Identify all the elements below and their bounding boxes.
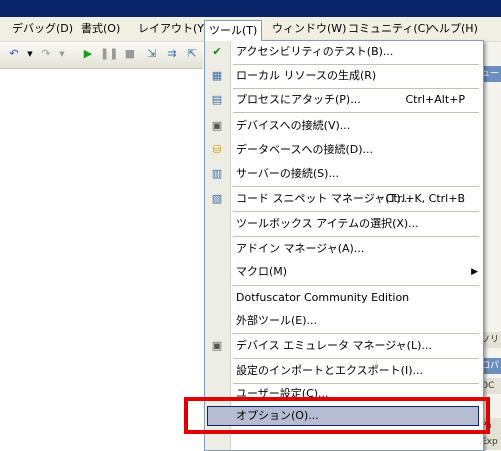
menu-item-macros[interactable]: マクロ(M) ▶ bbox=[205, 261, 483, 283]
menu-format[interactable]: 書式(O) bbox=[77, 21, 124, 37]
menu-item-device-emulator-manager[interactable]: ▣ デバイス エミュレータ マネージャ(L)... bbox=[205, 335, 483, 357]
highlight-annotation-box bbox=[184, 397, 490, 434]
menu-item-label: 設定のインポートとエクスポート(I)... bbox=[236, 364, 423, 377]
menu-item-dotfuscator[interactable]: Dotfuscator Community Edition bbox=[205, 287, 483, 309]
menu-item-generate-local-resource[interactable]: ▦ ローカル リソースの生成(R) bbox=[205, 65, 483, 87]
tools-menu-dropdown: ✔ アクセシビリティのテスト(B)... ▦ ローカル リソースの生成(R) ▤… bbox=[204, 40, 484, 451]
accessibility-check-icon: ✔ bbox=[212, 45, 222, 58]
menu-separator bbox=[233, 211, 479, 212]
menu-item-label: マクロ(M) bbox=[236, 265, 288, 278]
menu-separator bbox=[233, 112, 479, 113]
menu-item-attach-process[interactable]: ▤ プロセスにアタッチ(P)... Ctrl+Alt+P bbox=[205, 89, 483, 111]
menu-item-addin-manager[interactable]: アドイン マネージャ(A)... bbox=[205, 238, 483, 260]
menu-item-connect-server[interactable]: ▥ サーバーの接続(S)... bbox=[205, 163, 483, 185]
menu-item-label: プロセスにアタッチ(P)... bbox=[236, 93, 361, 106]
menu-separator bbox=[233, 236, 479, 237]
menu-community[interactable]: コミュニティ(C) bbox=[344, 21, 434, 37]
start-debug-icon[interactable]: ▶ bbox=[80, 46, 96, 62]
step-over-icon[interactable]: ⇉ bbox=[164, 46, 180, 62]
menu-item-shortcut: Ctrl+Alt+P bbox=[405, 93, 465, 106]
emulator-manager-icon: ▣ bbox=[211, 339, 223, 352]
stop-icon[interactable]: ■ bbox=[122, 46, 138, 62]
menu-separator bbox=[233, 333, 479, 334]
panel-tab[interactable]: ロパ bbox=[481, 358, 501, 374]
menu-item-label: アクセシビリティのテスト(B)... bbox=[236, 45, 394, 58]
panel-tab[interactable]: OC bbox=[481, 378, 501, 394]
menu-help[interactable]: ヘルプ(H) bbox=[424, 21, 482, 37]
menu-item-shortcut: Ctrl+K, Ctrl+B bbox=[385, 192, 465, 205]
menu-item-label: ローカル リソースの生成(R) bbox=[236, 69, 377, 82]
menu-item-code-snippet-manager[interactable]: ▧ コード スニペット マネージャ(T)... Ctrl+K, Ctrl+B bbox=[205, 188, 483, 210]
menu-item-label: Dotfuscator Community Edition bbox=[236, 291, 410, 304]
menu-item-import-export-settings[interactable]: 設定のインポートとエクスポート(I)... bbox=[205, 360, 483, 382]
menu-item-accessibility-test[interactable]: ✔ アクセシビリティのテスト(B)... bbox=[205, 41, 483, 63]
step-out-icon[interactable]: ⇱ bbox=[184, 46, 200, 62]
attach-process-icon: ▤ bbox=[211, 93, 223, 106]
menu-separator bbox=[233, 186, 479, 187]
menu-item-label: デバイス エミュレータ マネージャ(L)... bbox=[236, 339, 432, 352]
menu-item-external-tools[interactable]: 外部ツール(E)... bbox=[205, 310, 483, 332]
menu-item-connect-device[interactable]: ▣ デバイスへの接続(V)... bbox=[205, 115, 483, 137]
undo-icon[interactable]: ↶ bbox=[6, 46, 22, 62]
menu-bar: デバッグ(D) 書式(O) レイアウト(Y) ツール(T) ウィンドウ(W) コ… bbox=[0, 17, 501, 42]
panel-tab[interactable]: Exp bbox=[481, 434, 501, 450]
panel-tab[interactable]: ュー bbox=[481, 66, 501, 82]
step-into-icon[interactable]: ⇲ bbox=[144, 46, 160, 62]
snippet-manager-icon: ▧ bbox=[211, 192, 223, 205]
menu-item-label: 外部ツール(E)... bbox=[236, 314, 318, 327]
menu-item-choose-toolbox-items[interactable]: ツールボックス アイテムの選択(X)... bbox=[205, 213, 483, 235]
undo-dropdown-icon[interactable]: ▼ bbox=[22, 46, 38, 62]
server-connect-icon: ▥ bbox=[211, 167, 223, 180]
menu-separator bbox=[233, 358, 479, 359]
device-connect-icon: ▣ bbox=[211, 119, 223, 132]
submenu-arrow-icon: ▶ bbox=[471, 267, 478, 277]
menu-item-label: アドイン マネージャ(A)... bbox=[236, 242, 365, 255]
menu-item-connect-database[interactable]: ⛁ データベースへの接続(D)... bbox=[205, 139, 483, 161]
menu-item-label: デバイスへの接続(V)... bbox=[236, 119, 351, 132]
menu-debug[interactable]: デバッグ(D) bbox=[8, 21, 77, 37]
redo-icon[interactable]: ↷ bbox=[38, 46, 54, 62]
menu-tools[interactable]: ツール(T) bbox=[204, 20, 263, 41]
pause-icon[interactable]: ❚❚ bbox=[100, 46, 118, 62]
menu-item-label: データベースへの接続(D)... bbox=[236, 143, 373, 156]
panel-tab[interactable]: ソリ bbox=[481, 332, 501, 348]
menu-window[interactable]: ウィンドウ(W) bbox=[268, 21, 350, 37]
title-bar bbox=[0, 0, 501, 17]
menu-item-label: サーバーの接続(S)... bbox=[236, 167, 339, 180]
redo-dropdown-icon[interactable]: ▼ bbox=[54, 46, 70, 62]
menu-separator bbox=[233, 285, 479, 286]
resource-gen-icon: ▦ bbox=[211, 69, 223, 82]
menu-item-label: ツールボックス アイテムの選択(X)... bbox=[236, 217, 419, 230]
database-connect-icon: ⛁ bbox=[212, 143, 222, 156]
menu-layout[interactable]: レイアウト(Y) bbox=[134, 21, 212, 37]
standard-toolbar: ↶ ▼ ↷ ▼ ▶ ❚❚ ■ ⇲ ⇉ ⇱ bbox=[0, 42, 203, 69]
